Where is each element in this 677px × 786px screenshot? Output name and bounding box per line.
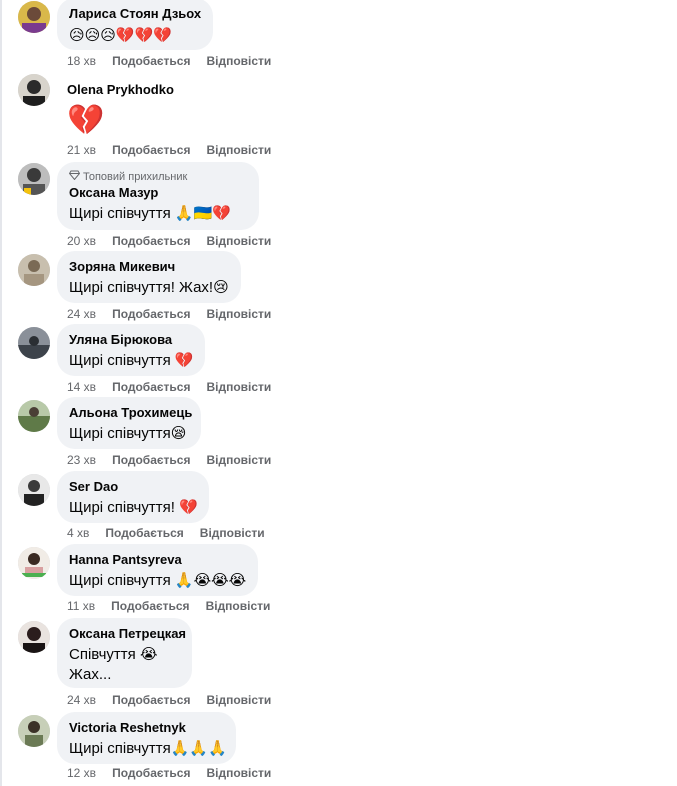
comment-bubble: Зоряна Микевич Щирі співчуття! Жах!😢 xyxy=(57,251,241,303)
comment-meta: 24 хв Подобається Відповісти xyxy=(67,692,271,708)
comment-text: Щирі співчуття xyxy=(69,205,175,222)
comment-text: Щирі співчуття! Жах! xyxy=(69,279,214,296)
avatar[interactable] xyxy=(18,715,50,747)
avatar[interactable] xyxy=(18,547,50,579)
comment-author[interactable]: Victoria Reshetnyk xyxy=(69,720,224,736)
comment-bubble: Оксана Петрецкая Співчуття 😭 Жах... xyxy=(57,618,192,688)
comment-author[interactable]: Ser Dao xyxy=(69,479,197,495)
comment-time[interactable]: 14 хв xyxy=(67,379,96,395)
comment-author[interactable]: Hanna Pantsyreva xyxy=(69,552,246,568)
badge-label: Топовий прихильник xyxy=(83,171,188,183)
reply-button[interactable]: Відповісти xyxy=(206,765,271,781)
comment-text: Щирі співчуття xyxy=(69,572,175,589)
comment-emoji: 😥😥😥💔💔💔 xyxy=(69,26,172,44)
like-button[interactable]: Подобається xyxy=(112,142,190,158)
comment-time[interactable]: 23 хв xyxy=(67,452,96,468)
like-button[interactable]: Подобається xyxy=(112,692,190,708)
reply-button[interactable]: Відповісти xyxy=(206,692,271,708)
comment-content: Olena Prykhodko 💔 xyxy=(67,82,174,138)
comment-meta: 12 хв Подобається Відповісти xyxy=(67,765,271,781)
comment-bubble: Уляна Бірюкова Щирі співчуття 💔 xyxy=(57,324,205,376)
comment-time[interactable]: 20 хв xyxy=(67,233,96,249)
comment-text: Щирі співчуття! xyxy=(69,499,180,516)
reply-button[interactable]: Відповісти xyxy=(206,452,271,468)
comment-time[interactable]: 18 хв xyxy=(67,53,96,69)
like-button[interactable]: Подобається xyxy=(112,306,190,322)
diamond-icon xyxy=(68,170,81,184)
comment-meta: 14 хв Подобається Відповісти xyxy=(67,379,271,395)
comment-bubble: Ser Dao Щирі співчуття! 💔 xyxy=(57,471,209,523)
reply-button[interactable]: Відповісти xyxy=(206,233,271,249)
comment-time[interactable]: 4 хв xyxy=(67,525,89,541)
comment-author[interactable]: Уляна Бірюкова xyxy=(69,332,193,348)
comment-bubble: Лариса Стоян Дзьох 😥😥😥💔💔💔 xyxy=(57,0,214,50)
comment-emoji: 💔 xyxy=(67,103,105,138)
comment-emoji: 😢 xyxy=(213,278,229,296)
avatar[interactable] xyxy=(18,474,50,506)
comment-text: Співчуття xyxy=(69,646,140,663)
comment-author[interactable]: Оксана Мазур xyxy=(69,185,247,201)
comment-time[interactable]: 24 хв xyxy=(67,692,96,708)
like-button[interactable]: Подобається xyxy=(112,452,190,468)
comment-bubble: Hanna Pantsyreva Щирі співчуття 🙏😭😭😭 xyxy=(57,544,258,596)
comment-bubble: Альона Трохимець Щирі співчуття😪 xyxy=(57,397,201,449)
comment-time[interactable]: 21 хв xyxy=(67,142,96,158)
reply-button[interactable]: Відповісти xyxy=(206,598,271,614)
comment-emoji: 💔 xyxy=(179,498,198,516)
like-button[interactable]: Подобається xyxy=(112,53,190,69)
like-button[interactable]: Подобається xyxy=(112,379,190,395)
avatar[interactable] xyxy=(18,621,50,653)
comment-author[interactable]: Olena Prykhodko xyxy=(67,82,174,98)
reply-button[interactable]: Відповісти xyxy=(206,53,271,69)
avatar[interactable] xyxy=(18,1,50,33)
comment-meta: 18 хв Подобається Відповісти xyxy=(67,53,271,69)
comment-time[interactable]: 11 хв xyxy=(67,598,95,614)
avatar[interactable] xyxy=(18,74,50,106)
comment-emoji: 💔 xyxy=(174,351,194,369)
comment-author[interactable]: Зоряна Микевич xyxy=(69,259,229,275)
like-button[interactable]: Подобається xyxy=(112,233,190,249)
comment-author[interactable]: Лариса Стоян Дзьох xyxy=(69,6,201,22)
comment-bubble: Топовий прихильник Оксана Мазур Щирі спі… xyxy=(57,162,259,230)
comment-text-line2: Жах... xyxy=(69,666,112,683)
comment-text: Щирі співчуття xyxy=(69,352,175,369)
reply-button[interactable]: Відповісти xyxy=(200,525,265,541)
avatar[interactable] xyxy=(18,254,50,286)
reply-button[interactable]: Відповісти xyxy=(206,142,271,158)
comment-meta: 21 хв Подобається Відповісти xyxy=(67,142,271,158)
comment-meta: 11 хв Подобається Відповісти xyxy=(67,598,270,614)
like-button[interactable]: Подобається xyxy=(111,598,189,614)
like-button[interactable]: Подобається xyxy=(112,765,190,781)
comment-text: Щирі співчуття xyxy=(69,425,171,442)
reply-button[interactable]: Відповісти xyxy=(206,379,271,395)
comment-meta: 4 хв Подобається Відповісти xyxy=(67,525,265,541)
comment-emoji: 🙏🇺🇦💔 xyxy=(174,204,231,222)
comment-meta: 20 хв Подобається Відповісти xyxy=(67,233,271,249)
comment-time[interactable]: 24 хв xyxy=(67,306,96,322)
comment-text: Щирі співчуття xyxy=(69,740,171,757)
reply-button[interactable]: Відповісти xyxy=(206,306,271,322)
comment-author[interactable]: Альона Трохимець xyxy=(69,405,192,421)
avatar[interactable] xyxy=(18,327,50,359)
comment-emoji: 🙏🙏🙏 xyxy=(170,739,227,757)
comment-meta: 23 хв Подобається Відповісти xyxy=(67,452,271,468)
comment-meta: 24 хв Подобається Відповісти xyxy=(67,306,271,322)
comment-time[interactable]: 12 хв xyxy=(67,765,96,781)
comment-author[interactable]: Оксана Петрецкая xyxy=(69,626,186,642)
avatar[interactable] xyxy=(18,163,50,195)
comment-emoji: 😪 xyxy=(170,424,187,442)
comment-emoji: 😭 xyxy=(139,645,158,663)
top-fan-badge: Топовий прихильник xyxy=(68,170,247,184)
like-button[interactable]: Подобається xyxy=(105,525,183,541)
avatar[interactable] xyxy=(18,400,50,432)
thread-divider xyxy=(0,0,2,786)
comment-bubble: Victoria Reshetnyk Щирі співчуття🙏🙏🙏 xyxy=(57,712,236,764)
comment-emoji: 🙏😭😭😭 xyxy=(174,571,247,589)
